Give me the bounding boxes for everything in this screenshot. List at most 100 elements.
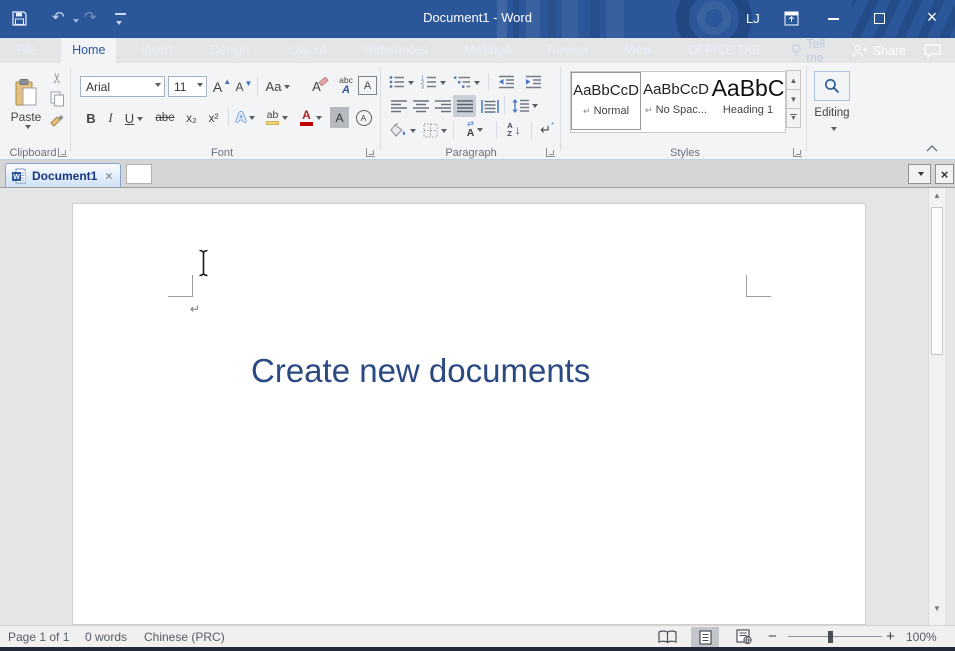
- font-family-value: Arial: [86, 80, 110, 94]
- zoom-percentage[interactable]: 100%: [906, 630, 937, 644]
- word-count[interactable]: 0 words: [85, 630, 127, 644]
- styles-dialog-launcher-icon[interactable]: [793, 148, 802, 157]
- tab-office-tab[interactable]: OFFICE TAB: [677, 38, 771, 63]
- align-right-icon: [435, 100, 451, 113]
- read-mode-button[interactable]: [658, 630, 677, 644]
- styles-scroll-down-icon[interactable]: ▼: [786, 89, 801, 109]
- clear-formatting-button[interactable]: A: [308, 75, 332, 97]
- grow-font-button[interactable]: A▲: [211, 76, 233, 97]
- font-size-combo[interactable]: 11: [168, 76, 207, 97]
- decrease-indent-button[interactable]: [494, 72, 518, 92]
- tab-mailings[interactable]: Mailings: [453, 38, 521, 63]
- font-dialog-launcher-icon[interactable]: [366, 148, 375, 157]
- shrink-font-button[interactable]: A▼: [234, 77, 254, 97]
- style-heading1[interactable]: AaBbC Heading 1: [711, 72, 785, 130]
- underline-button[interactable]: U: [120, 107, 148, 129]
- zoom-slider-handle[interactable]: [828, 631, 833, 643]
- multilevel-list-button[interactable]: [451, 72, 482, 92]
- numbering-button[interactable]: 123: [419, 72, 447, 92]
- vertical-scrollbar[interactable]: ▲ ▼: [928, 188, 945, 625]
- zoom-slider-track[interactable]: [788, 636, 882, 637]
- comments-icon[interactable]: [924, 44, 941, 58]
- paragraph-dialog-launcher-icon[interactable]: [546, 148, 555, 157]
- enclose-characters-button[interactable]: A: [353, 107, 374, 128]
- bold-button[interactable]: B: [81, 107, 101, 129]
- scrollbar-thumb[interactable]: [931, 207, 943, 355]
- align-right-button[interactable]: [432, 96, 453, 116]
- distributed-button[interactable]: [478, 96, 501, 116]
- character-border-button[interactable]: A: [358, 76, 377, 95]
- editing-label[interactable]: Editing: [806, 105, 858, 121]
- style-no-spacing[interactable]: AaBbCcD ↵ No Spac...: [641, 72, 711, 130]
- tab-layout[interactable]: Layout: [277, 38, 337, 63]
- align-left-button[interactable]: [388, 96, 409, 116]
- print-layout-button[interactable]: [691, 627, 719, 647]
- copy-icon[interactable]: [50, 91, 65, 107]
- scrollbar-down-icon[interactable]: ▼: [929, 601, 945, 617]
- web-layout-button[interactable]: [736, 629, 752, 644]
- tab-list-dropdown-button[interactable]: [908, 164, 931, 184]
- phonetic-guide-button[interactable]: abc A: [334, 74, 358, 98]
- style-normal[interactable]: AaBbCcD ↵ Normal: [571, 72, 641, 130]
- change-case-button[interactable]: Aa: [261, 76, 295, 97]
- tab-file[interactable]: File: [5, 38, 47, 63]
- justify-button[interactable]: [453, 95, 476, 117]
- tab-home[interactable]: Home: [61, 38, 116, 63]
- new-document-tab-button[interactable]: [126, 164, 152, 184]
- styles-more-icon[interactable]: ▼: [786, 108, 801, 128]
- window-title: Document1 - Word: [0, 10, 955, 25]
- minimize-button[interactable]: [828, 18, 839, 20]
- close-button[interactable]: ×: [920, 7, 944, 28]
- font-color-button[interactable]: A: [296, 106, 326, 129]
- increase-indent-button[interactable]: [521, 72, 545, 92]
- format-painter-icon[interactable]: [49, 113, 65, 129]
- cut-icon[interactable]: ✂: [48, 69, 66, 87]
- tab-close-button[interactable]: ×: [935, 164, 954, 184]
- document-tab-bar: W Document1 × ×: [0, 160, 955, 188]
- account-initials[interactable]: LJ: [746, 11, 760, 26]
- sort-button[interactable]: A Z ↓: [501, 119, 527, 140]
- font-family-combo[interactable]: Arial: [80, 76, 165, 97]
- bullets-button[interactable]: [388, 72, 415, 92]
- styles-scroll-up-icon[interactable]: ▲: [786, 70, 801, 90]
- line-spacing-button[interactable]: [509, 95, 541, 116]
- share-button[interactable]: Share: [852, 44, 906, 58]
- zoom-out-button[interactable]: −: [768, 628, 777, 645]
- character-shading-button[interactable]: A: [330, 107, 349, 128]
- shading-button[interactable]: [388, 120, 417, 140]
- maximize-button[interactable]: [874, 13, 885, 24]
- titlebar: ↶ ↷ Document1 - Word LJ ×: [0, 0, 955, 38]
- show-hide-marks-button[interactable]: ↵*: [536, 119, 558, 140]
- tab-review[interactable]: Review: [537, 38, 600, 63]
- text-effects-button[interactable]: A: [232, 106, 259, 129]
- find-button[interactable]: [814, 71, 850, 101]
- italic-button[interactable]: I: [102, 107, 119, 129]
- tab-references[interactable]: References: [353, 38, 439, 63]
- strikethrough-button[interactable]: abe: [151, 107, 179, 129]
- borders-button[interactable]: [420, 120, 449, 140]
- ribbon-display-options-icon[interactable]: [784, 11, 799, 26]
- asian-layout-button[interactable]: ⇄ A: [459, 119, 491, 140]
- clipboard-dialog-launcher-icon[interactable]: [58, 148, 67, 157]
- subscript-button[interactable]: x₂: [181, 107, 202, 129]
- editing-dropdown-icon[interactable]: [831, 127, 837, 134]
- page[interactable]: ↵ Create new documents: [72, 203, 866, 625]
- tab-insert[interactable]: Insert: [130, 38, 183, 63]
- collapse-ribbon-icon[interactable]: [926, 145, 938, 152]
- highlight-color-button[interactable]: ab: [261, 106, 293, 129]
- document-area[interactable]: ↵ Create new documents ▲ ▼: [0, 188, 955, 625]
- tab-design[interactable]: Design: [199, 38, 260, 63]
- document-tab-close-icon[interactable]: ×: [105, 169, 112, 183]
- scrollbar-up-icon[interactable]: ▲: [929, 188, 945, 205]
- highlight-swatch: [266, 121, 279, 125]
- page-indicator[interactable]: Page 1 of 1: [8, 630, 69, 644]
- zoom-in-button[interactable]: +: [886, 628, 895, 645]
- tab-view[interactable]: View: [614, 38, 663, 63]
- tell-me-box[interactable]: Tell me: [781, 38, 852, 63]
- align-center-button[interactable]: [410, 96, 431, 116]
- document-tab[interactable]: W Document1 ×: [5, 163, 121, 187]
- paste-button[interactable]: Paste: [6, 68, 46, 142]
- language-indicator[interactable]: Chinese (PRC): [144, 630, 225, 644]
- superscript-button[interactable]: x²: [203, 107, 224, 129]
- styles-group-label: Styles: [565, 147, 805, 159]
